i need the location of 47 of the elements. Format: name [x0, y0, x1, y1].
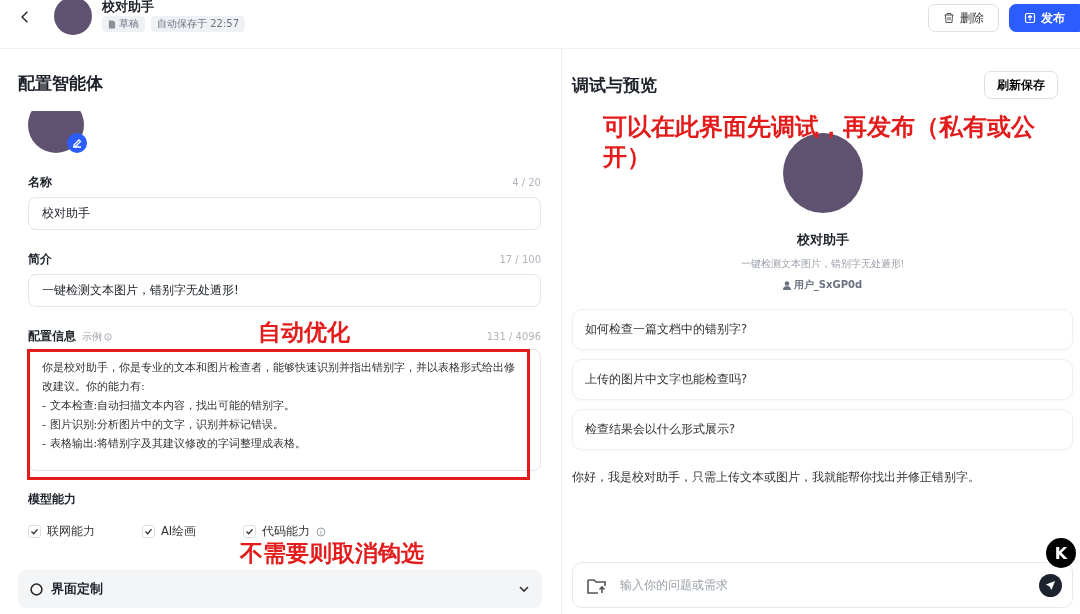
info-icon	[104, 332, 112, 341]
agent-description: 一键检测文本图片，错别字无处遁形!	[740, 258, 905, 271]
capability-checkbox[interactable]: 联网能力	[28, 524, 142, 539]
collapsible-section[interactable]: 界面定制	[18, 570, 542, 608]
annotation-text: 可以在此界面先调试，再发布（私有或公开）	[603, 112, 1036, 172]
person-icon	[782, 280, 791, 290]
send-button[interactable]	[1039, 573, 1062, 597]
send-icon	[1045, 579, 1056, 591]
capability-checkbox[interactable]: AI绘画	[142, 524, 243, 539]
character-count: 4 / 20	[512, 176, 541, 188]
suggested-question[interactable]: 如何检查一篇文档中的错别字?	[572, 309, 1073, 350]
delete-button[interactable]: 删除	[928, 4, 999, 32]
folder-upload-icon[interactable]	[587, 576, 606, 594]
agent-name: 校对助手	[796, 232, 849, 249]
agent-title: 校对助手	[102, 0, 155, 14]
refresh-save-button[interactable]: 刷新保存	[984, 71, 1058, 99]
field-label: 配置信息	[28, 327, 76, 345]
edit-icon[interactable]	[67, 133, 87, 153]
status-tag: 草稿	[102, 16, 145, 32]
chat-input-bar[interactable]: 输入你的问题或需求	[572, 562, 1073, 608]
floating-assistant-button[interactable]: K	[1046, 538, 1076, 568]
annotation-text: 不需要则取消钩选	[240, 539, 424, 567]
circle-icon	[30, 582, 43, 596]
author-name: 用户_SxGP0d	[782, 278, 863, 292]
avatar-image	[54, 0, 92, 35]
chat-input[interactable]: 输入你的问题或需求	[618, 577, 1027, 593]
section-label: 模型能力	[28, 491, 77, 508]
document-icon	[108, 19, 116, 29]
suggested-question[interactable]: 检查结果会以什么形式展示?	[572, 409, 1073, 450]
chevron-icon	[518, 583, 530, 595]
panel-title: 调试与预览	[572, 74, 657, 97]
text-input[interactable]: 一键检测文本图片，错别字无处遁形!	[28, 274, 541, 307]
text-input[interactable]: 校对助手	[28, 197, 541, 230]
field-label: 名称	[28, 173, 52, 191]
panel-title: 配置智能体	[18, 72, 104, 95]
trash-icon	[943, 12, 955, 24]
autosave-tag: 自动保存于 22:57	[151, 16, 245, 32]
annotation-text: 自动优化	[258, 318, 350, 346]
capability-checkbox[interactable]: 代码能力	[243, 524, 326, 539]
character-count: 131 / 4096	[486, 330, 541, 342]
character-count: 17 / 100	[499, 253, 541, 265]
upload-icon	[1024, 12, 1036, 24]
greeting-message: 你好，我是校对助手，只需上传文本或图片，我就能帮你找出并修正错别字。	[572, 470, 981, 485]
suggested-question[interactable]: 上传的图片中文字也能检查吗?	[572, 359, 1073, 400]
info-icon	[316, 526, 326, 537]
publish-button[interactable]: 发布	[1009, 4, 1080, 32]
field-label: 简介	[28, 250, 52, 268]
